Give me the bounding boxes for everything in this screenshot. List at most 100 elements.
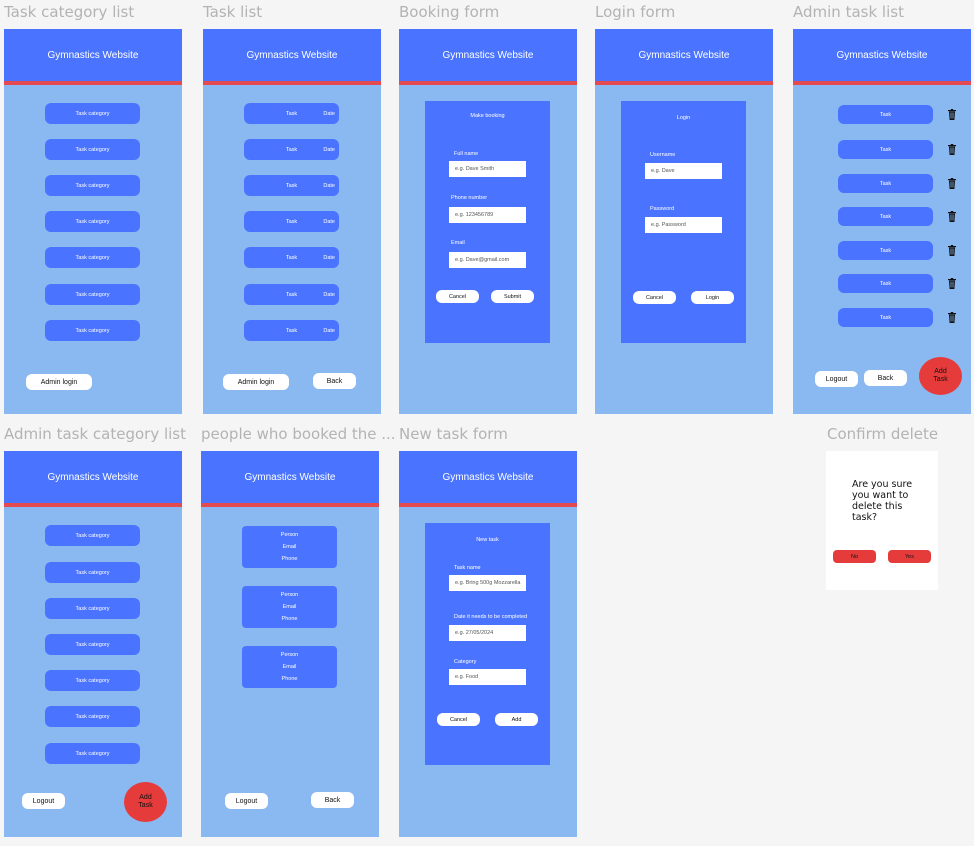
submit-button[interactable]: Submit — [491, 290, 534, 303]
cancel-button[interactable]: Cancel — [437, 713, 480, 726]
username-label: Username — [650, 152, 676, 158]
cancel-button[interactable]: Cancel — [633, 291, 676, 304]
logout-button[interactable]: Logout — [815, 371, 858, 387]
frame-task-list: Gymnastics Website Task Date Task Date Tas… — [203, 29, 381, 414]
task-button[interactable]: Task Date — [244, 284, 339, 305]
trash-icon[interactable] — [948, 144, 956, 155]
task-label: Task — [285, 218, 298, 225]
logout-button[interactable]: Logout — [225, 793, 268, 809]
frame-admin-task-category-list: Gymnastics Website Task category Task ca… — [4, 451, 182, 837]
person-card: Person Email Phone — [242, 586, 337, 628]
task-name-input[interactable]: e.g. Bring 500g Mozzarella — [449, 575, 526, 591]
login-button[interactable]: Login — [691, 291, 734, 304]
trash-icon[interactable] — [948, 211, 956, 222]
password-input[interactable]: e.g. Password — [645, 217, 722, 233]
task-button[interactable]: Task — [838, 241, 933, 260]
task-category-button[interactable]: Task category — [45, 139, 140, 160]
site-header: Gymnastics Website — [595, 29, 773, 85]
booking-form-panel: Make booking Full name e.g. Dave Smith P… — [425, 101, 550, 343]
task-category-button[interactable]: Task category — [45, 562, 140, 583]
task-category-button[interactable]: Task category — [45, 706, 140, 727]
password-label: Password — [650, 206, 675, 212]
site-title: Gymnastics Website — [47, 49, 139, 61]
task-button[interactable]: Task — [838, 174, 933, 193]
task-button[interactable]: Task Date — [244, 211, 339, 232]
task-button[interactable]: Task — [838, 274, 933, 293]
task-button[interactable]: Task — [838, 105, 933, 124]
category-input[interactable]: e.g. Food — [449, 669, 526, 685]
task-category-button[interactable]: Task category — [45, 320, 140, 341]
task-date: Date — [323, 218, 335, 225]
due-date-input[interactable]: e.g. 27/05/2024 — [449, 625, 526, 641]
yes-button[interactable]: Yes — [888, 550, 931, 563]
add-button[interactable]: Add — [495, 713, 538, 726]
add-task-button[interactable]: Add Task — [919, 357, 962, 395]
person-name: Person — [280, 532, 299, 538]
task-button[interactable]: Task — [838, 308, 933, 327]
task-button[interactable]: Task Date — [244, 103, 339, 124]
add-task-line2: Task — [138, 802, 153, 809]
task-button[interactable]: Task — [838, 140, 933, 159]
frame-title-login-form: Login form — [595, 3, 676, 21]
site-title: Gymnastics Website — [442, 471, 534, 483]
add-task-line2: Task — [933, 376, 948, 383]
task-date: Date — [323, 254, 335, 261]
task-category-button[interactable]: Task category — [45, 284, 140, 305]
frame-title-confirm-delete: Confirm delete — [827, 425, 939, 443]
task-category-button[interactable]: Task category — [45, 743, 140, 764]
site-header: Gymnastics Website — [4, 29, 182, 85]
site-title: Gymnastics Website — [246, 49, 338, 61]
phone-input[interactable]: e.g. 123456789 — [449, 207, 526, 223]
trash-icon[interactable] — [948, 109, 956, 120]
task-button[interactable]: Task Date — [244, 139, 339, 160]
username-input[interactable]: e.g. Dave — [645, 163, 722, 179]
trash-icon[interactable] — [948, 245, 956, 256]
task-button[interactable]: Task Date — [244, 175, 339, 196]
frame-title-task-list: Task list — [203, 3, 263, 21]
trash-icon[interactable] — [948, 178, 956, 189]
site-title: Gymnastics Website — [47, 471, 139, 483]
back-button[interactable]: Back — [313, 373, 356, 389]
site-header: Gymnastics Website — [4, 451, 182, 507]
person-email: Email — [282, 544, 297, 550]
site-title: Gymnastics Website — [442, 49, 534, 61]
due-date-label: Date it needs to be completed — [454, 614, 528, 620]
add-task-button[interactable]: Add Task — [124, 782, 167, 822]
task-date: Date — [323, 327, 335, 334]
task-category-button[interactable]: Task category — [45, 598, 140, 619]
no-button[interactable]: No — [833, 550, 876, 563]
trash-icon[interactable] — [948, 312, 956, 323]
site-header: Gymnastics Website — [201, 451, 379, 507]
trash-icon[interactable] — [948, 278, 956, 289]
new-task-form-panel: New task Task name e.g. Bring 500g Mozza… — [425, 523, 550, 765]
task-category-button[interactable]: Task category — [45, 247, 140, 268]
email-input[interactable]: e.g. Dave@gmail.com — [449, 252, 526, 268]
task-category-button[interactable]: Task category — [45, 175, 140, 196]
task-name-label: Task name — [454, 565, 481, 571]
booking-heading: Make booking — [470, 113, 505, 119]
login-heading: Login — [676, 115, 691, 121]
frame-title-admin-task-category-list: Admin task category list — [4, 425, 187, 443]
frame-title-task-category-list: Task category list — [4, 3, 135, 21]
person-phone: Phone — [281, 676, 298, 682]
full-name-input[interactable]: e.g. Dave Smith — [449, 161, 526, 177]
admin-login-button[interactable]: Admin login — [223, 374, 289, 390]
add-task-line1: Add — [139, 794, 152, 802]
task-category-button[interactable]: Task category — [45, 670, 140, 691]
admin-login-button[interactable]: Admin login — [26, 374, 92, 390]
task-category-button[interactable]: Task category — [45, 103, 140, 124]
confirm-delete-dialog: Are you sure you want to delete this tas… — [826, 451, 938, 590]
cancel-button[interactable]: Cancel — [436, 290, 479, 303]
login-form-panel: Login Username e.g. Dave Password e.g. P… — [621, 101, 746, 343]
task-button[interactable]: Task Date — [244, 247, 339, 268]
task-category-button[interactable]: Task category — [45, 634, 140, 655]
task-button[interactable]: Task — [838, 207, 933, 226]
task-date: Date — [323, 110, 335, 117]
back-button[interactable]: Back — [311, 792, 354, 808]
back-button[interactable]: Back — [864, 370, 907, 386]
task-category-button[interactable]: Task category — [45, 211, 140, 232]
task-button[interactable]: Task Date — [244, 320, 339, 341]
logout-button[interactable]: Logout — [22, 793, 65, 809]
task-category-button[interactable]: Task category — [45, 525, 140, 546]
frame-title-admin-task-list: Admin task list — [793, 3, 904, 21]
